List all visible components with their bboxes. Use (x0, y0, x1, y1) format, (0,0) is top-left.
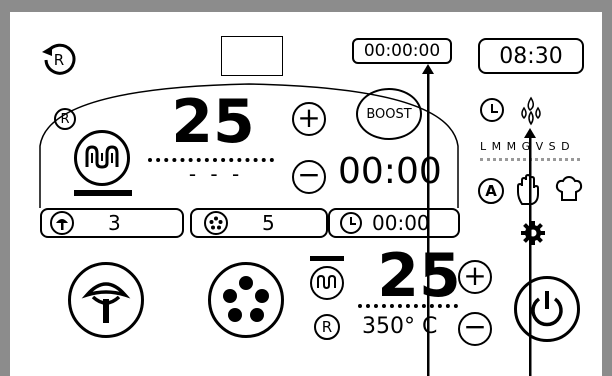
zone2-plus-button[interactable]: + (458, 260, 492, 294)
burner-icon (223, 276, 269, 322)
zone2-dotted-line (358, 304, 458, 308)
zone1-minus-button[interactable]: − (292, 160, 326, 194)
mushroom-icon (81, 282, 131, 323)
chef-hat-icon[interactable] (554, 176, 584, 204)
burner-small-icon (204, 211, 228, 235)
heater-coil-icon[interactable] (74, 130, 130, 186)
zone2-temperature: 25 (377, 241, 461, 311)
zone1-temperature: 25 (171, 87, 255, 157)
timer-display[interactable]: 00:00:00 (352, 38, 452, 64)
clock-small-icon (340, 212, 362, 234)
blank-display (221, 36, 283, 76)
svg-text:R: R (54, 51, 64, 69)
zone2-r-badge: R (314, 314, 340, 340)
timer-text: 00:00:00 (363, 41, 441, 61)
clock-display[interactable]: 08:30 (478, 38, 584, 74)
clock-icon[interactable] (480, 98, 504, 122)
clock-text: 08:30 (499, 43, 563, 69)
reset-icon[interactable]: R (40, 40, 76, 76)
mushroom-small-icon (50, 211, 74, 235)
zone2-heater-icon[interactable] (310, 266, 344, 300)
r-badge: R (54, 108, 76, 130)
zone2-heater-bar (310, 256, 344, 261)
burner-level-box[interactable]: 5 (190, 208, 328, 238)
heater-level-bar (74, 190, 132, 196)
burner-button[interactable] (208, 262, 284, 338)
mushroom-value: 3 (108, 211, 121, 235)
timer-box[interactable]: 00:00 (328, 208, 460, 238)
mushroom-button[interactable] (68, 262, 144, 338)
burner-value: 5 (262, 211, 275, 235)
zone2-minus-button[interactable]: − (458, 312, 492, 346)
zone2-setpoint: 350° C (362, 314, 438, 339)
boost-button[interactable]: BOOST (356, 88, 422, 140)
mushroom-level-box[interactable]: 3 (40, 208, 184, 238)
zone1-plus-button[interactable]: + (292, 102, 326, 136)
auto-mode-icon[interactable]: A (478, 178, 504, 204)
flame-icon[interactable] (516, 96, 546, 126)
pointer-arrow-timer (420, 64, 436, 376)
zone1-dashes: - - - (188, 162, 244, 186)
pointer-arrow-side (522, 128, 538, 376)
control-panel: R 00:00:00 08:30 R 25 - - - + − BOOST 00… (10, 12, 602, 376)
